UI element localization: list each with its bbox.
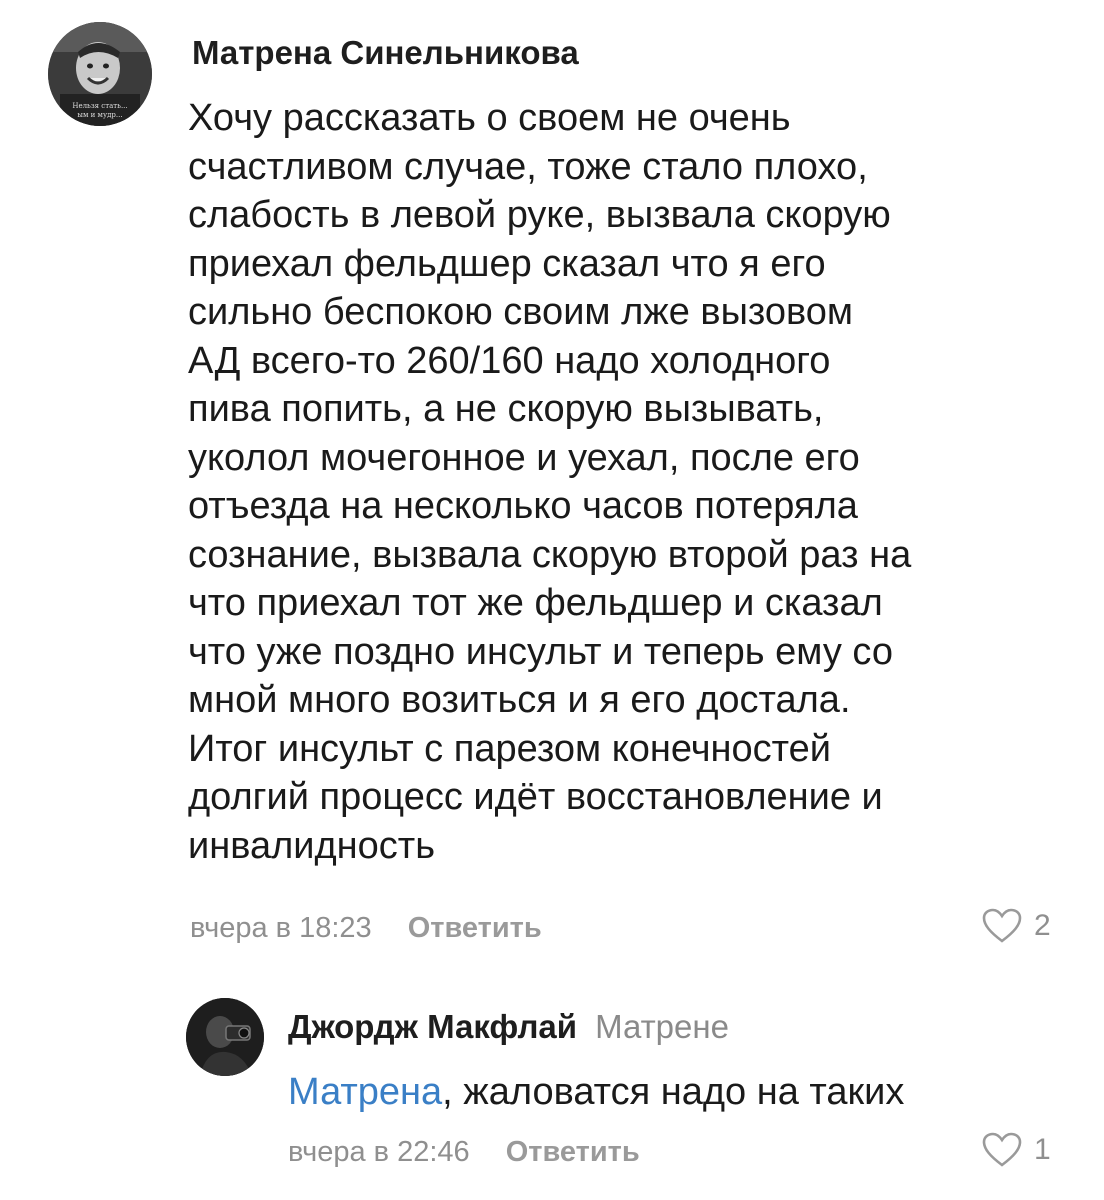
- comment-text-line: отъезда на несколько часов потеряла: [188, 485, 858, 527]
- comment-text-body: , жаловатся надо на таких: [442, 1071, 905, 1113]
- avatar[interactable]: [186, 998, 264, 1076]
- author-name[interactable]: Джордж Макфлай: [288, 1008, 577, 1045]
- heart-outline-icon: [982, 908, 1022, 943]
- like-button[interactable]: 1: [982, 1132, 1051, 1168]
- avatar-caption: Нельзя стать...: [72, 102, 127, 110]
- heart-outline-icon: [982, 1132, 1022, 1167]
- comment-time: вчера в 22:46: [288, 1136, 470, 1168]
- comment-text-line: долгий процесс идёт восстановление и: [188, 776, 883, 818]
- comment-text-line: Хочу рассказать о своем не очень: [188, 97, 791, 139]
- reply-button[interactable]: Ответить: [408, 912, 542, 944]
- avatar[interactable]: Нельзя стать... ым и мудр...: [48, 22, 152, 126]
- like-button[interactable]: 2: [982, 908, 1051, 944]
- comment-text-line: сознание, вызвала скорую второй раз на: [188, 533, 912, 576]
- svg-text:ым и мудр...: ым и мудр...: [77, 111, 122, 119]
- comment-text-line: АД всего-то 260/160 надо холодного: [188, 339, 831, 382]
- comment-meta: вчера в 22:46 Ответить: [288, 1136, 640, 1169]
- comment-author[interactable]: Матрена Синельникова: [192, 34, 579, 72]
- comment-text-line: что приехал тот же фельдшер и сказал: [188, 582, 883, 624]
- mention-link[interactable]: Матрена: [288, 1071, 442, 1113]
- child-photo-avatar-icon: Нельзя стать... ым и мудр...: [48, 22, 152, 126]
- comment-author: Джордж Макфлай Матрене: [288, 1008, 729, 1046]
- dark-photo-avatar-icon: [186, 998, 264, 1076]
- reply-to-label[interactable]: Матрене: [595, 1008, 729, 1045]
- like-count: 2: [1034, 909, 1051, 942]
- comment-text-line: мной много возиться и я его достала.: [188, 679, 851, 721]
- comment-text-line: приехал фельдшер сказал что я его: [188, 242, 826, 285]
- comment-text-line: уколол мочегонное и уехал, после его: [188, 436, 860, 479]
- comment-text-line: Итог инсульт с парезом конечностей: [188, 727, 831, 770]
- comment-text-line: пива попить, а не скорую вызывать,: [188, 388, 824, 430]
- comment-text: Матрена, жаловатся надо на таких: [288, 1068, 1068, 1117]
- comment-text-line: счастливом случае, тоже стало плохо,: [188, 145, 868, 188]
- like-count: 1: [1034, 1133, 1051, 1166]
- comment-meta: вчера в 18:23 Ответить: [190, 912, 542, 945]
- comment-text-line: слабость в левой руке, вызвала скорую: [188, 194, 891, 236]
- comment-text: Хочу рассказать о своем не очень счастли…: [188, 94, 1068, 870]
- comment-text-line: что уже поздно инсульт и теперь ему со: [188, 630, 893, 673]
- comment-text-line: сильно беспокою своим лже вызовом: [188, 291, 854, 333]
- reply-button[interactable]: Ответить: [506, 1136, 640, 1168]
- comment-time: вчера в 18:23: [190, 912, 372, 944]
- comment-text-line: инвалидность: [188, 824, 435, 867]
